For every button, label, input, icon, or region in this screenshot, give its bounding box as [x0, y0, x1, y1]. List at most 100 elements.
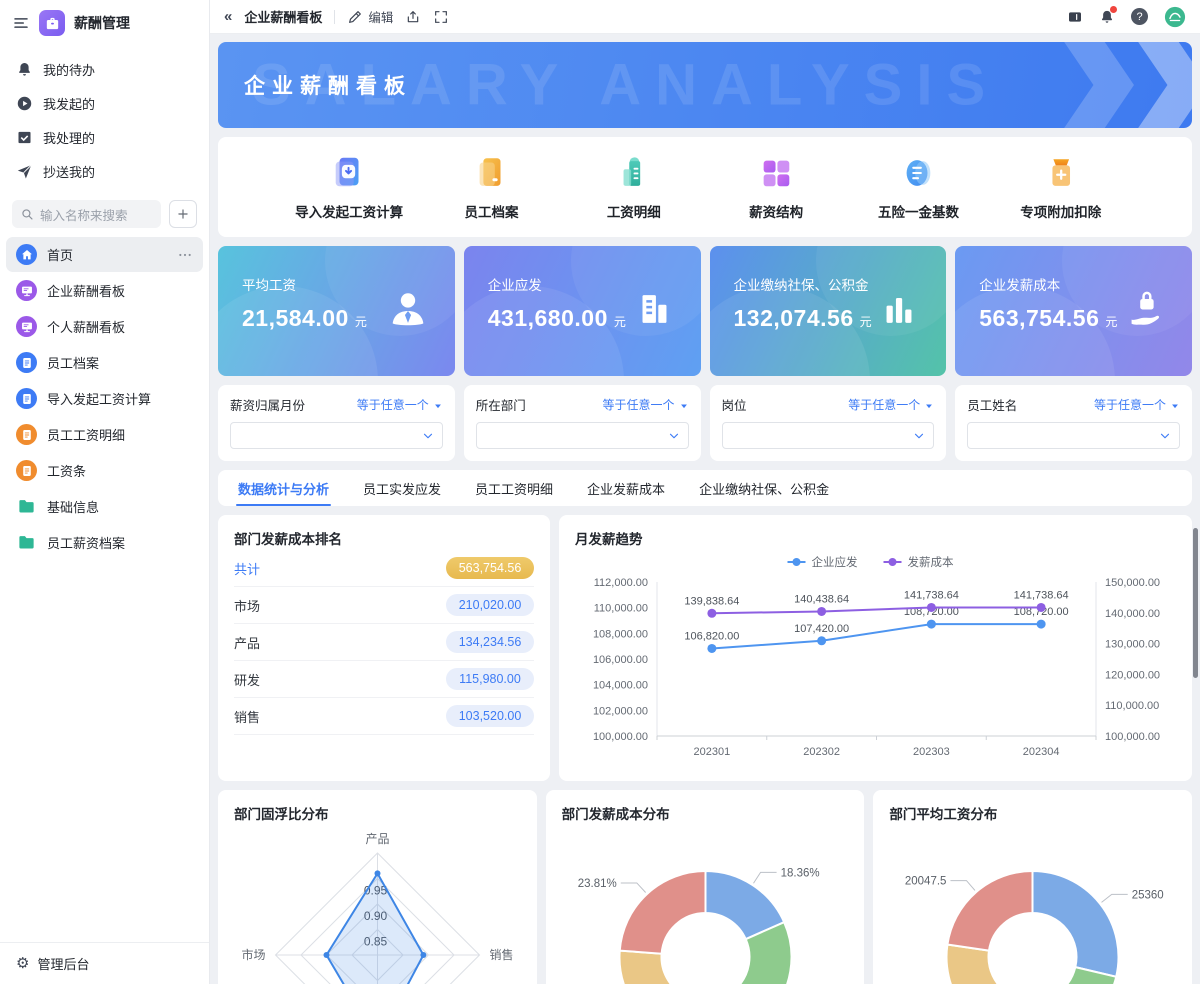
collapse-sidebar-icon[interactable]: «: [224, 8, 232, 25]
filter-select[interactable]: [967, 422, 1180, 449]
add-button[interactable]: [169, 200, 197, 228]
quick-action[interactable]: 薪资结构: [705, 154, 847, 221]
svg-text:140,438.64: 140,438.64: [794, 593, 849, 605]
svg-text:202301: 202301: [694, 746, 731, 758]
quick-action[interactable]: 专项附加扣除: [990, 154, 1132, 221]
quick-action[interactable]: 工资明细: [563, 154, 705, 221]
hamburger-menu-icon[interactable]: [12, 14, 30, 32]
stat-card: 企业发薪成本 563,754.56 元: [955, 246, 1192, 376]
quick-action[interactable]: 导入发起工资计算: [278, 154, 420, 221]
sidebar-menu-item-icon: [16, 316, 37, 337]
filter-select[interactable]: [475, 422, 689, 449]
panel-title: 部门平均工资分布: [889, 807, 998, 822]
sidebar-menu-item-icon: [16, 280, 37, 301]
sidebar-item[interactable]: 我处理的: [6, 121, 203, 154]
filter-select[interactable]: [721, 422, 935, 449]
quick-action-label: 专项附加扣除: [1020, 204, 1102, 220]
filter-operator-label: 等于任意一个: [602, 398, 675, 412]
ranking-row: 市场 210,020.00: [234, 587, 534, 624]
filter-select[interactable]: [230, 422, 443, 449]
user-avatar[interactable]: [1164, 6, 1186, 28]
filter-operator-label: 等于任意一个: [1093, 398, 1166, 412]
ranking-row-value: 134,234.56: [446, 631, 534, 653]
fixed-float-panel: 部门固浮比分布 0.950.900.85产品销售市场: [218, 790, 537, 984]
quick-action-label: 五险一金基数: [877, 204, 959, 220]
svg-text:202303: 202303: [913, 746, 950, 758]
sidebar-item[interactable]: 抄送我的: [6, 155, 203, 188]
filter-head: 岗位 等于任意一个: [722, 395, 935, 414]
ranking-row: 研发 115,980.00: [234, 661, 534, 698]
filter-operator-dropdown[interactable]: 等于任意一个: [1094, 396, 1180, 413]
filter-operator-label: 等于任意一个: [848, 398, 921, 412]
sidebar-menu-item[interactable]: 导入发起工资计算: [6, 381, 203, 416]
sidebar-menu-item[interactable]: 企业薪酬看板: [6, 273, 203, 308]
ranking-panel: 部门发薪成本排名 共计 563,754.56 市场 210,020.00 产品 …: [218, 515, 550, 781]
sidebar-menu-item-icon: [16, 496, 37, 517]
monthly-trend-panel: 月发薪趋势 100,000.00 102,000.00 104,000.00 106,…: [559, 515, 1192, 781]
filter-label: 员工姓名: [967, 399, 1018, 413]
tab[interactable]: 企业缴纳社保、公积金: [699, 470, 829, 506]
sidebar-menu-item[interactable]: 基础信息: [6, 489, 203, 524]
quick-action[interactable]: 五险一金基数: [847, 154, 989, 221]
share-icon[interactable]: [405, 9, 421, 25]
svg-text:106,820.00: 106,820.00: [684, 630, 739, 642]
ranking-row-label: 研发: [234, 672, 261, 688]
ranking-row-value: 103,520.00: [446, 705, 534, 727]
stat-cards: 平均工资 21,584.00 元 企业应发 431,680.00 元 企业缴纳社…: [218, 246, 1192, 376]
banner: SALARY ANALYSIS 企业薪酬看板: [218, 42, 1192, 128]
search-input[interactable]: 输入名称来搜索: [12, 200, 161, 228]
stat-card-icon: [876, 287, 922, 336]
sidebar-item-icon: [16, 95, 33, 112]
filter-operator-dropdown[interactable]: 等于任意一个: [357, 396, 443, 413]
fullscreen-icon[interactable]: [433, 9, 449, 25]
tabs-bar: 数据统计与分析 员工实发应发 员工工资明细 企业发薪成本 企业缴纳社保、公积金: [218, 470, 1192, 506]
svg-text:202302: 202302: [803, 746, 840, 758]
stat-value-number: 132,074.56: [733, 305, 854, 331]
admin-backend-label: 管理后台: [37, 957, 90, 972]
tab[interactable]: 员工工资明细: [475, 470, 553, 506]
filter-operator-dropdown[interactable]: 等于任意一个: [848, 396, 934, 413]
svg-text:112,000.00: 112,000.00: [594, 577, 648, 589]
ranking-row-value: 563,754.56: [446, 557, 534, 579]
sidebar-item[interactable]: 我的待办: [6, 53, 203, 86]
notifications-icon[interactable]: [1099, 5, 1117, 25]
edit-button[interactable]: 编辑: [347, 7, 393, 26]
ranking-rows: 共计 563,754.56 市场 210,020.00 产品 134,234.5…: [234, 550, 534, 735]
stat-value-unit: 元: [1105, 315, 1118, 329]
filters: 薪资归属月份 等于任意一个 所在部门 等于任意一个 岗位 等于任意一个 员工姓名…: [218, 385, 1192, 461]
sidebar-menu-item[interactable]: 员工工资明细: [6, 417, 203, 452]
sidebar-item-label: 抄送我的: [43, 165, 96, 180]
sidebar-menu-item-icon: [16, 532, 37, 553]
scrollbar-thumb[interactable]: [1193, 528, 1198, 678]
filter-label: 岗位: [721, 399, 747, 413]
sidebar-menu-item-label: 基础信息: [47, 500, 100, 515]
help-icon[interactable]: ?: [1131, 8, 1148, 25]
sidebar-menu-item[interactable]: 员工档案: [6, 345, 203, 380]
topbar-right: ?: [1067, 5, 1186, 28]
filter-operator-dropdown[interactable]: 等于任意一个: [602, 396, 688, 413]
fixed-float-radar-chart: 0.950.900.85产品销售市场: [234, 825, 521, 984]
sidebar-menu-item[interactable]: 员工薪资档案: [6, 525, 203, 560]
analysis-row-1: 部门发薪成本排名 共计 563,754.56 市场 210,020.00 产品 …: [218, 515, 1192, 781]
sidebar-menu-item[interactable]: 首页: [6, 237, 203, 272]
admin-backend-link[interactable]: ⚙ 管理后台: [0, 942, 209, 984]
svg-text:106,000.00: 106,000.00: [593, 654, 648, 666]
filter-head: 员工姓名 等于任意一个: [967, 395, 1180, 414]
stat-value-number: 21,584.00: [242, 305, 349, 331]
sidebar-menu-item[interactable]: 个人薪酬看板: [6, 309, 203, 344]
tab[interactable]: 员工实发应发: [363, 470, 441, 506]
sidebar-menu-item[interactable]: 工资条: [6, 453, 203, 488]
panel-toggle-icon[interactable]: [1067, 9, 1083, 25]
notification-dot: [1110, 5, 1117, 13]
svg-text:产品: 产品: [365, 832, 389, 846]
tab[interactable]: 企业发薪成本: [587, 470, 665, 506]
sidebar: 薪酬管理 我的待办 我发起的 我处理的 抄送我的 输入名称来搜索 首页 企业薪酬…: [0, 0, 210, 984]
more-options-icon[interactable]: [177, 247, 193, 263]
ranking-row-value: 210,020.00: [446, 594, 534, 616]
quick-action-icon: [899, 154, 937, 192]
quick-action[interactable]: 员工档案: [420, 154, 562, 221]
sidebar-item[interactable]: 我发起的: [6, 87, 203, 120]
tab[interactable]: 数据统计与分析: [235, 470, 332, 506]
stat-card-icon: [631, 287, 677, 336]
svg-text:20047.5: 20047.5: [905, 876, 947, 888]
